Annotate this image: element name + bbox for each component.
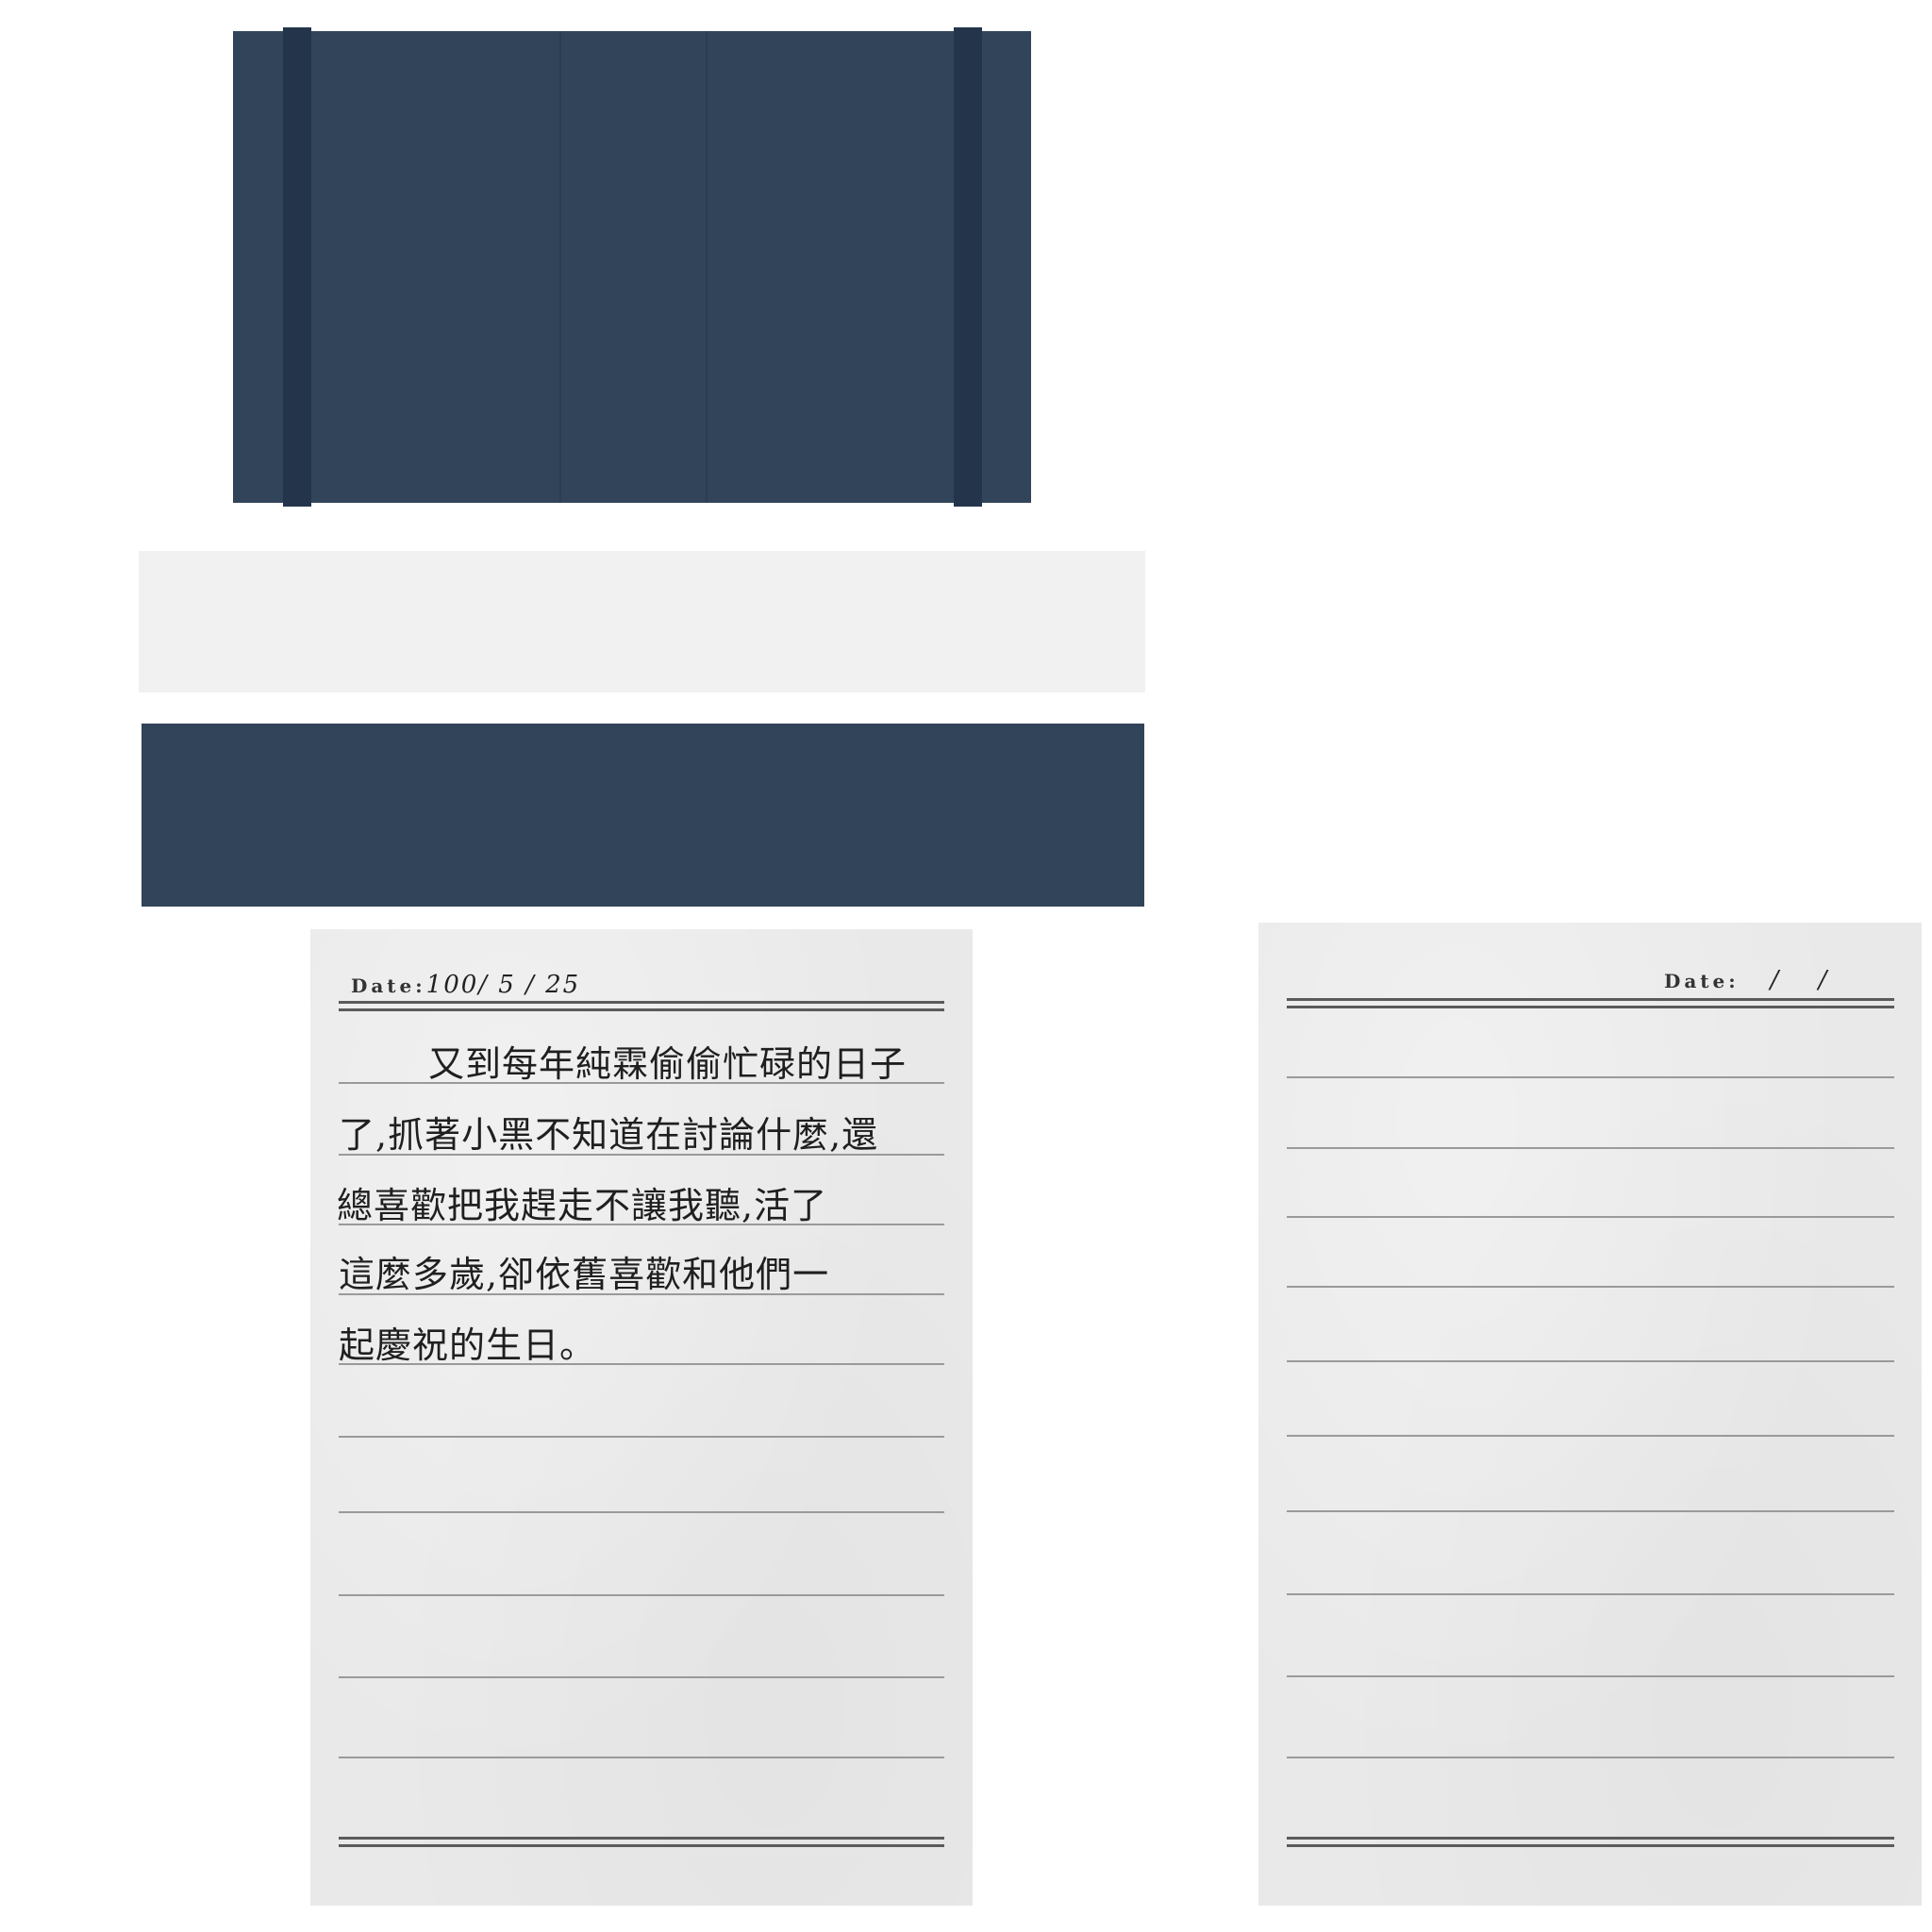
ruled-line — [339, 1154, 944, 1156]
ruled-line — [339, 1363, 944, 1365]
ruled-line — [339, 1757, 944, 1758]
ruled-line — [339, 1293, 944, 1295]
ruled-line — [1287, 1510, 1894, 1512]
header-double-rule — [339, 1001, 944, 1011]
header-double-rule — [1287, 998, 1894, 1008]
date-field: Date:100/ 5 / 25 — [351, 971, 580, 999]
footer-double-rule — [339, 1837, 944, 1847]
date-value: 100/ 5 / 25 — [425, 971, 581, 999]
handwritten-line: 又到每年純霖偷偷忙碌的日子 — [428, 1043, 908, 1085]
ruled-line — [1287, 1286, 1894, 1288]
handwritten-line: 了,抓著小黑不知道在討論什麼,還 — [339, 1114, 879, 1156]
date-value: / / — [1770, 966, 1829, 994]
handwritten-line: 這麼多歲,卻依舊喜歡和他們一 — [339, 1254, 830, 1295]
date-label: Date: — [351, 974, 426, 997]
diary-page-left: Date:100/ 5 / 25 又到每年純霖偷偷忙碌的日子 了,抓著小黑不知道… — [310, 929, 973, 1906]
ruled-line — [339, 1676, 944, 1678]
handwritten-line: 起慶祝的生日。 — [339, 1324, 597, 1366]
notebook-cover — [233, 27, 1031, 507]
page-block-edge — [139, 551, 1145, 692]
ruled-line — [1287, 1757, 1894, 1758]
cover-strap-right — [954, 27, 982, 507]
ruled-line — [339, 1224, 944, 1225]
back-cover — [142, 724, 1144, 907]
ruled-line — [339, 1082, 944, 1084]
ruled-line — [1287, 1216, 1894, 1218]
ruled-line — [339, 1511, 944, 1513]
cover-seam — [559, 31, 561, 503]
diary-page-right: Date: / / — [1258, 923, 1922, 1906]
date-label: Date: — [1664, 970, 1740, 992]
ruled-line — [1287, 1593, 1894, 1595]
ruled-line — [1287, 1076, 1894, 1078]
ruled-line — [339, 1436, 944, 1438]
handwritten-line: 總喜歡把我趕走不讓我聽,活了 — [337, 1185, 828, 1226]
ruled-line — [339, 1594, 944, 1596]
date-field: Date: / / — [1664, 966, 1828, 994]
cover-strap-left — [283, 27, 311, 507]
cover-seam — [706, 31, 708, 503]
ruled-line — [1287, 1147, 1894, 1149]
ruled-line — [1287, 1435, 1894, 1437]
footer-double-rule — [1287, 1837, 1894, 1847]
ruled-line — [1287, 1360, 1894, 1362]
ruled-line — [1287, 1675, 1894, 1677]
